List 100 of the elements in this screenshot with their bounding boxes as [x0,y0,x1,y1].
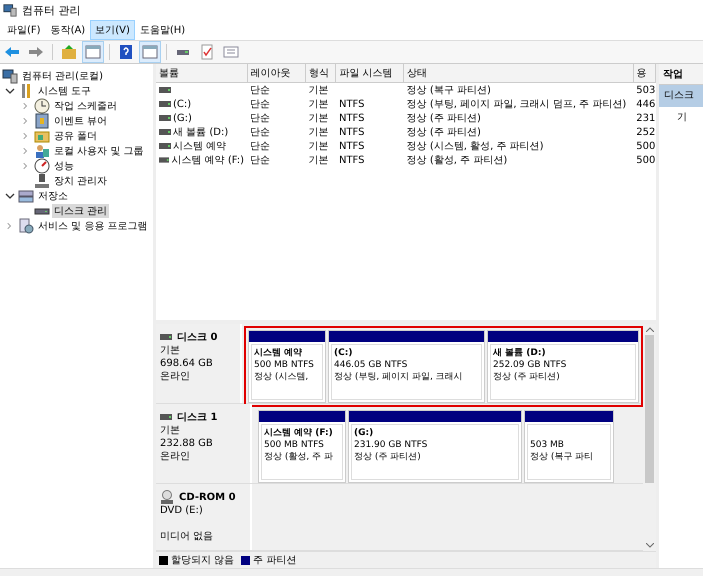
tree-item[interactable]: 성능 [52,158,76,172]
tree-item[interactable]: 공유 폴더 [52,128,100,142]
tree-item[interactable]: 디스크 관리 [52,204,110,218]
drive-icon [159,157,170,163]
table-cell: 기본 [308,141,329,152]
expand-chevron-icon[interactable] [6,220,14,230]
table-cell: 단순 [250,155,270,166]
drive-icon [160,334,172,340]
tree-item[interactable]: 저장소 [36,188,70,202]
menu-item[interactable]: 파일(F) [2,20,46,40]
table-cell: 정상 (부팅, 페이지 파일, 크래시 덤프, 주 파티션) [406,99,626,110]
log-icon [34,112,50,128]
scroll-up-icon[interactable] [646,327,654,332]
table-cell: (G:) [173,112,192,124]
expand-chevron-icon[interactable] [22,160,30,170]
tree-item[interactable]: 서비스 및 응용 프로그램 [36,218,150,232]
pane-icon[interactable] [82,41,104,63]
table-cell: 정상 (복구 파티션) [406,85,491,96]
collapse-chevron-icon[interactable] [5,190,15,200]
column-header[interactable]: 파일 시스템 [336,64,404,82]
partition-status: 정상 (시스템, [254,371,310,383]
partition-name: 새 볼륨 (D:) [493,347,547,359]
partition-name: 시스템 예약 [254,347,304,359]
pane-icon[interactable] [139,41,161,63]
partition-name: (G:) [354,427,374,439]
partition-status: 정상 (주 파티션) [493,371,561,383]
expand-chevron-icon[interactable] [22,116,30,126]
disk-status: 온라인 [160,450,191,463]
table-cell: (C:) [173,98,192,110]
partition-size: 500 MB NTFS [254,359,315,371]
table-cell: NTFS [338,98,364,110]
services-icon [18,218,34,234]
menu-item[interactable]: 도움말(H) [134,20,190,40]
table-cell: 기본 [308,155,329,166]
partition-block[interactable]: 새 볼륨 (D:) 252.09 GB NTFS 정상 (주 파티션) [487,330,639,403]
partition-block[interactable]: 시스템 예약 500 MB NTFS 정상 (시스템, [248,330,326,403]
table-cell: 기본 [308,99,329,110]
expand-chevron-icon[interactable] [22,100,30,110]
expand-chevron-icon[interactable] [22,130,30,140]
partition-size: 252.09 GB NTFS [493,359,568,371]
partition-size: 231.90 GB NTFS [354,439,428,451]
table-cell: 단순 [250,99,270,110]
table-cell: 500 [636,140,656,152]
column-header[interactable]: 레이아웃 [247,64,306,82]
cd-drive-icon [160,490,174,504]
table-cell: 기본 [308,127,329,138]
partition-block[interactable]: (G:) 231.90 GB NTFS 정상 (주 파티션) [348,410,522,483]
expand-chevron-icon[interactable] [22,146,30,156]
table-cell: 정상 (주 파티션) [406,113,481,124]
column-header[interactable]: 용 [633,64,656,82]
disk-type: 기본 [160,424,181,437]
table-cell: 503 [636,84,656,96]
partition-status: 정상 (부팅, 페이지 파일, 크래시 [334,371,464,383]
tree-item[interactable]: 작업 스케줄러 [52,98,120,112]
partition-size: 446.05 GB NTFS [334,359,408,371]
action-item[interactable]: 기 [659,107,703,129]
menu-item[interactable]: 보기(V) [90,20,135,40]
tree-item[interactable]: 시스템 도구 [36,84,94,98]
partition-size: 500 MB NTFS [264,439,325,451]
partition-name: 시스템 예약 (F:) [264,427,334,439]
disk-name: CD-ROM 0 [179,492,236,502]
actions-title: 작업 [659,64,703,85]
table-cell: 정상 (활성, 주 파티션) [406,155,508,166]
computer-icon [2,68,18,84]
menu-item[interactable]: 동작(A) [46,20,90,40]
partition-name: (C:) [334,347,354,359]
tree-item[interactable]: 이벤트 뷰어 [52,114,110,128]
table-cell: 정상 (시스템, 활성, 주 파티션) [406,141,544,152]
collapse-chevron-icon[interactable] [5,86,15,96]
legend-label: 주 파티션 [253,554,296,567]
scrollbar[interactable] [643,324,656,551]
gauge-icon [34,158,50,174]
clock-icon [34,98,50,114]
partition-block[interactable]: (C:) 446.05 GB NTFS 정상 (부팅, 페이지 파일, 크래시 [328,330,485,403]
column-header[interactable]: 형식 [306,64,336,82]
window-title: 컴퓨터 관리 [22,2,80,18]
scroll-down-icon[interactable] [646,543,654,548]
table-cell: NTFS [338,126,364,138]
table-cell: 단순 [250,85,270,96]
table-cell: 500 [636,154,656,166]
table-cell: NTFS [338,112,364,124]
tree-item[interactable]: 컴퓨터 관리(로컬) [20,68,105,82]
column-header[interactable]: 볼륨 [156,64,247,82]
tree-item[interactable]: 장치 관리자 [52,174,110,188]
column-header[interactable]: 상태 [404,64,634,82]
table-cell: 446 [636,98,656,110]
table-cell: NTFS [338,140,364,152]
table-cell-text: 시스템 예약 [173,140,226,153]
disk-status: 온라인 [160,370,191,383]
drive-icon [159,87,171,93]
partition-block[interactable]: 시스템 예약 (F:) 500 MB NTFS 정상 (활성, 주 파 [258,410,346,483]
action-item[interactable]: 디스크 [659,85,703,107]
tree-item[interactable]: 로컬 사용자 및 그룹 [52,144,146,158]
table-cell-text: 새 볼륨 (D:) [173,126,228,139]
partition-status: 정상 (활성, 주 파 [264,451,334,463]
disk-type: DVD (E:) [160,504,204,517]
partition-block[interactable]: 503 MB 정상 (복구 파티 [524,410,614,483]
partition-status: 정상 (주 파티션) [354,451,422,463]
table-cell: 231 [636,112,656,124]
drive-icon [159,143,171,149]
